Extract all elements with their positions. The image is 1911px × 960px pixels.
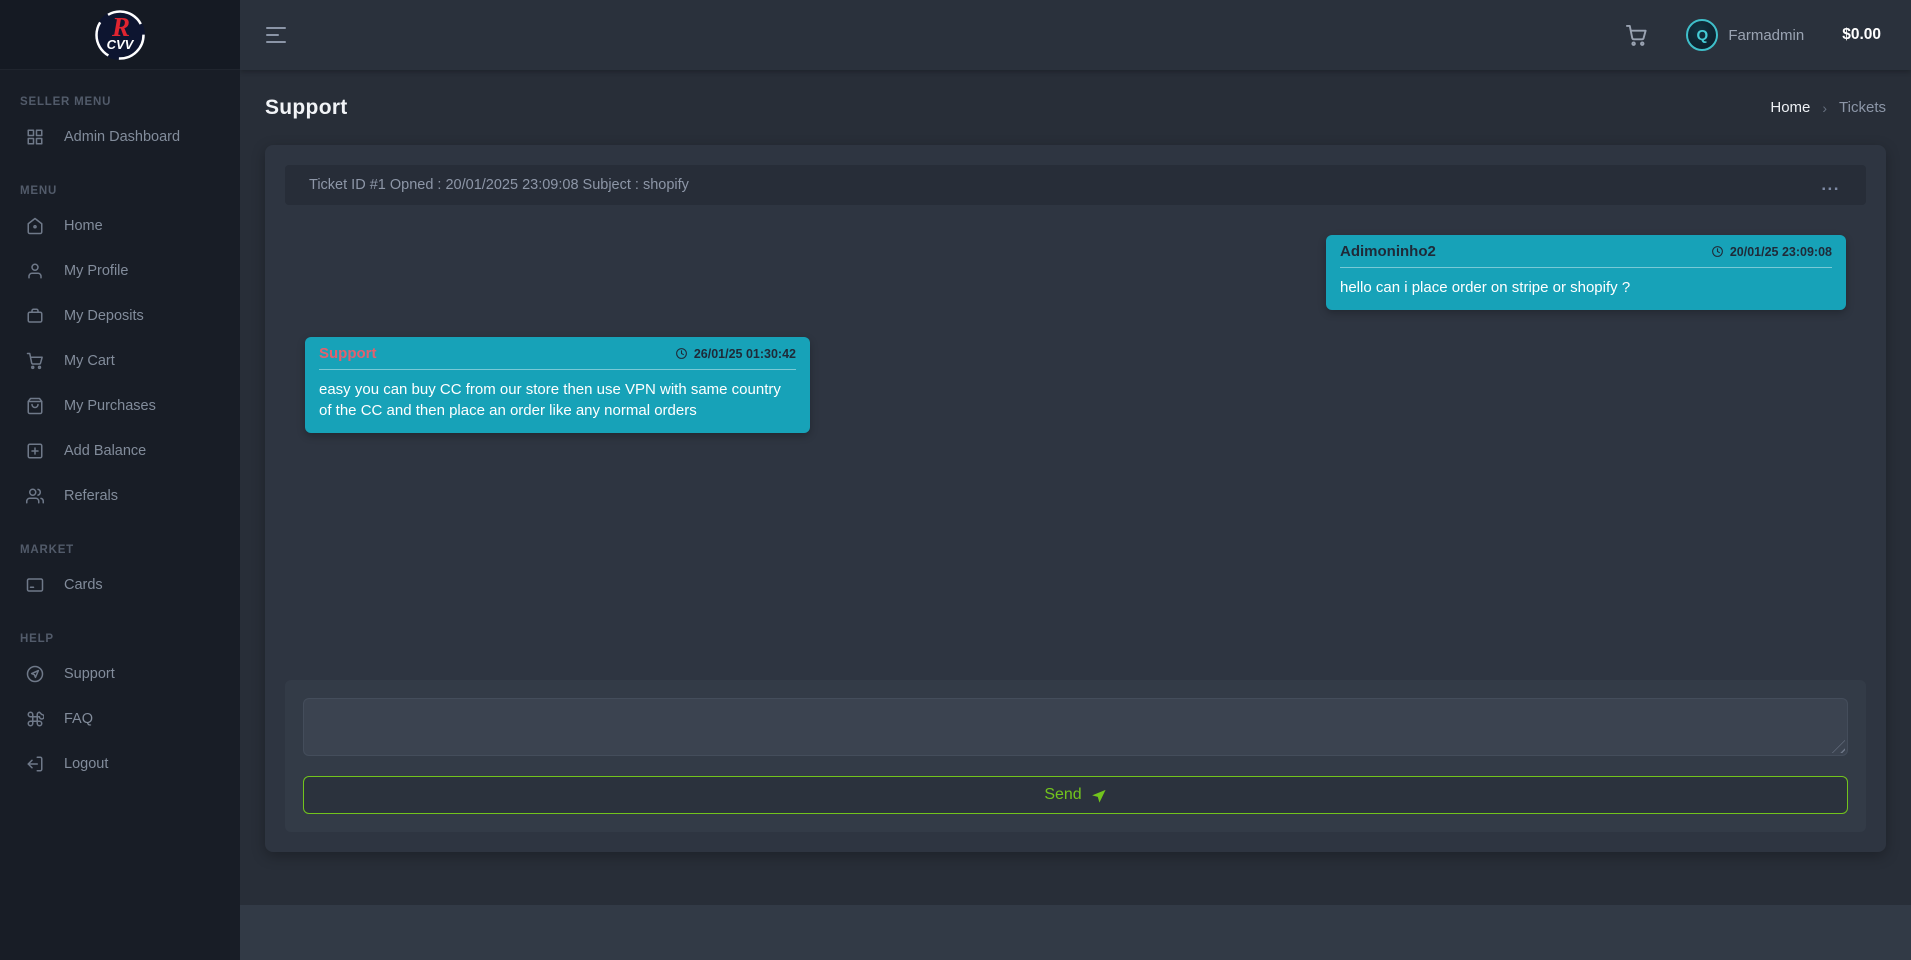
send-button[interactable]: Send bbox=[303, 776, 1848, 814]
message-time: 20/01/25 23:09:08 bbox=[1711, 245, 1832, 259]
sidebar-item-home[interactable]: Home bbox=[0, 203, 240, 248]
sidebar-item-support[interactable]: Support bbox=[0, 651, 240, 696]
sidebar-item-label: My Cart bbox=[64, 352, 115, 369]
ticket-actions-button[interactable]: ... bbox=[1819, 176, 1842, 193]
sidebar-item-add-balance[interactable]: Add Balance bbox=[0, 428, 240, 473]
sidebar-item-faq[interactable]: FAQ bbox=[0, 696, 240, 741]
sidebar-item-label: Referals bbox=[64, 487, 118, 504]
sidebar-section-help: HELP bbox=[20, 633, 54, 645]
main-content: Support Home › Tickets Ticket ID #1 Opne… bbox=[240, 70, 1911, 960]
ticket-header-bar: Ticket ID #1 Opned : 20/01/2025 23:09:08… bbox=[285, 165, 1866, 205]
message-author: Adimoninho2 bbox=[1340, 243, 1436, 260]
reply-form: Send bbox=[285, 680, 1866, 832]
sidebar-item-admin-dashboard[interactable]: Admin Dashboard bbox=[0, 114, 240, 159]
sidebar: R CVV SELLER MENU Admin Dashboard MENU H… bbox=[0, 0, 240, 960]
message-author: Support bbox=[319, 345, 377, 362]
breadcrumb: Home › Tickets bbox=[1770, 99, 1886, 116]
sidebar-section-market: MARKET bbox=[20, 544, 74, 556]
sidebar-item-my-purchases[interactable]: My Purchases bbox=[0, 383, 240, 428]
message-text: hello can i place order on stripe or sho… bbox=[1340, 279, 1631, 296]
sidebar-item-my-deposits[interactable]: My Deposits bbox=[0, 293, 240, 338]
briefcase-icon bbox=[26, 307, 44, 325]
sidebar-item-label: Cards bbox=[64, 576, 103, 593]
logo-name: CVV bbox=[107, 37, 135, 52]
sidebar-item-label: My Deposits bbox=[64, 307, 144, 324]
reply-input[interactable] bbox=[303, 698, 1848, 756]
breadcrumb-home[interactable]: Home bbox=[1770, 99, 1810, 116]
topbar-cart-icon[interactable] bbox=[1625, 24, 1648, 47]
message-text: easy you can buy CC from our store then … bbox=[319, 381, 781, 419]
avatar-letter: Q bbox=[1696, 26, 1709, 44]
message-time: 26/01/25 01:30:42 bbox=[675, 347, 796, 361]
chat-message-support: Support 26/01/25 01:30:42 easy you can b… bbox=[305, 337, 810, 433]
menu-toggle-button[interactable] bbox=[260, 21, 292, 50]
ticket-title: Ticket ID #1 Opned : 20/01/2025 23:09:08… bbox=[309, 177, 689, 193]
ticket-panel: Ticket ID #1 Opned : 20/01/2025 23:09:08… bbox=[265, 145, 1886, 852]
sidebar-item-label: My Profile bbox=[64, 262, 129, 279]
command-icon bbox=[26, 710, 44, 728]
sidebar-item-label: Admin Dashboard bbox=[64, 128, 181, 145]
brand-logo-icon: R CVV bbox=[95, 9, 145, 60]
dashboard-icon bbox=[26, 128, 44, 146]
username[interactable]: Farmadmin bbox=[1728, 27, 1804, 44]
plus-square-icon bbox=[26, 442, 44, 460]
user-avatar[interactable]: Q bbox=[1686, 19, 1719, 51]
sidebar-item-label: Home bbox=[64, 217, 103, 234]
sidebar-item-label: FAQ bbox=[64, 710, 94, 727]
sidebar-section-menu: MENU bbox=[20, 185, 58, 197]
sidebar-item-label: Support bbox=[64, 665, 115, 682]
chat-area: Adimoninho2 20/01/25 23:09:08 hello can … bbox=[285, 205, 1866, 663]
breadcrumb-tickets[interactable]: Tickets bbox=[1839, 99, 1886, 116]
credit-card-icon bbox=[26, 576, 44, 594]
users-icon bbox=[26, 487, 44, 505]
sidebar-item-my-profile[interactable]: My Profile bbox=[0, 248, 240, 293]
send-circle-icon bbox=[26, 665, 44, 683]
clock-icon bbox=[675, 348, 687, 359]
sidebar-item-my-cart[interactable]: My Cart bbox=[0, 338, 240, 383]
sidebar-item-label: Logout bbox=[64, 755, 109, 772]
sidebar-item-label: My Purchases bbox=[64, 397, 156, 414]
sidebar-item-label: Add Balance bbox=[64, 442, 147, 459]
brand-logo[interactable]: R CVV bbox=[0, 0, 240, 70]
chat-message-user: Adimoninho2 20/01/25 23:09:08 hello can … bbox=[1326, 235, 1846, 310]
user-icon bbox=[26, 262, 44, 280]
shopping-bag-icon bbox=[26, 397, 44, 415]
balance-amount: $0.00 bbox=[1842, 26, 1881, 43]
sidebar-item-cards[interactable]: Cards bbox=[0, 562, 240, 607]
send-button-label: Send bbox=[1044, 786, 1082, 803]
logout-icon bbox=[26, 755, 44, 773]
chevron-right-icon: › bbox=[1822, 99, 1828, 116]
cart-icon bbox=[26, 352, 44, 370]
sidebar-item-logout[interactable]: Logout bbox=[0, 741, 240, 786]
home-icon bbox=[26, 217, 44, 235]
topbar: Q Farmadmin $0.00 bbox=[240, 0, 1911, 70]
sidebar-item-referals[interactable]: Referals bbox=[0, 473, 240, 518]
footer bbox=[240, 905, 1911, 960]
clock-icon bbox=[1711, 246, 1723, 257]
sidebar-section-seller-menu: SELLER MENU bbox=[20, 96, 112, 108]
paper-plane-icon bbox=[1091, 789, 1106, 803]
page-title: Support bbox=[265, 95, 348, 119]
